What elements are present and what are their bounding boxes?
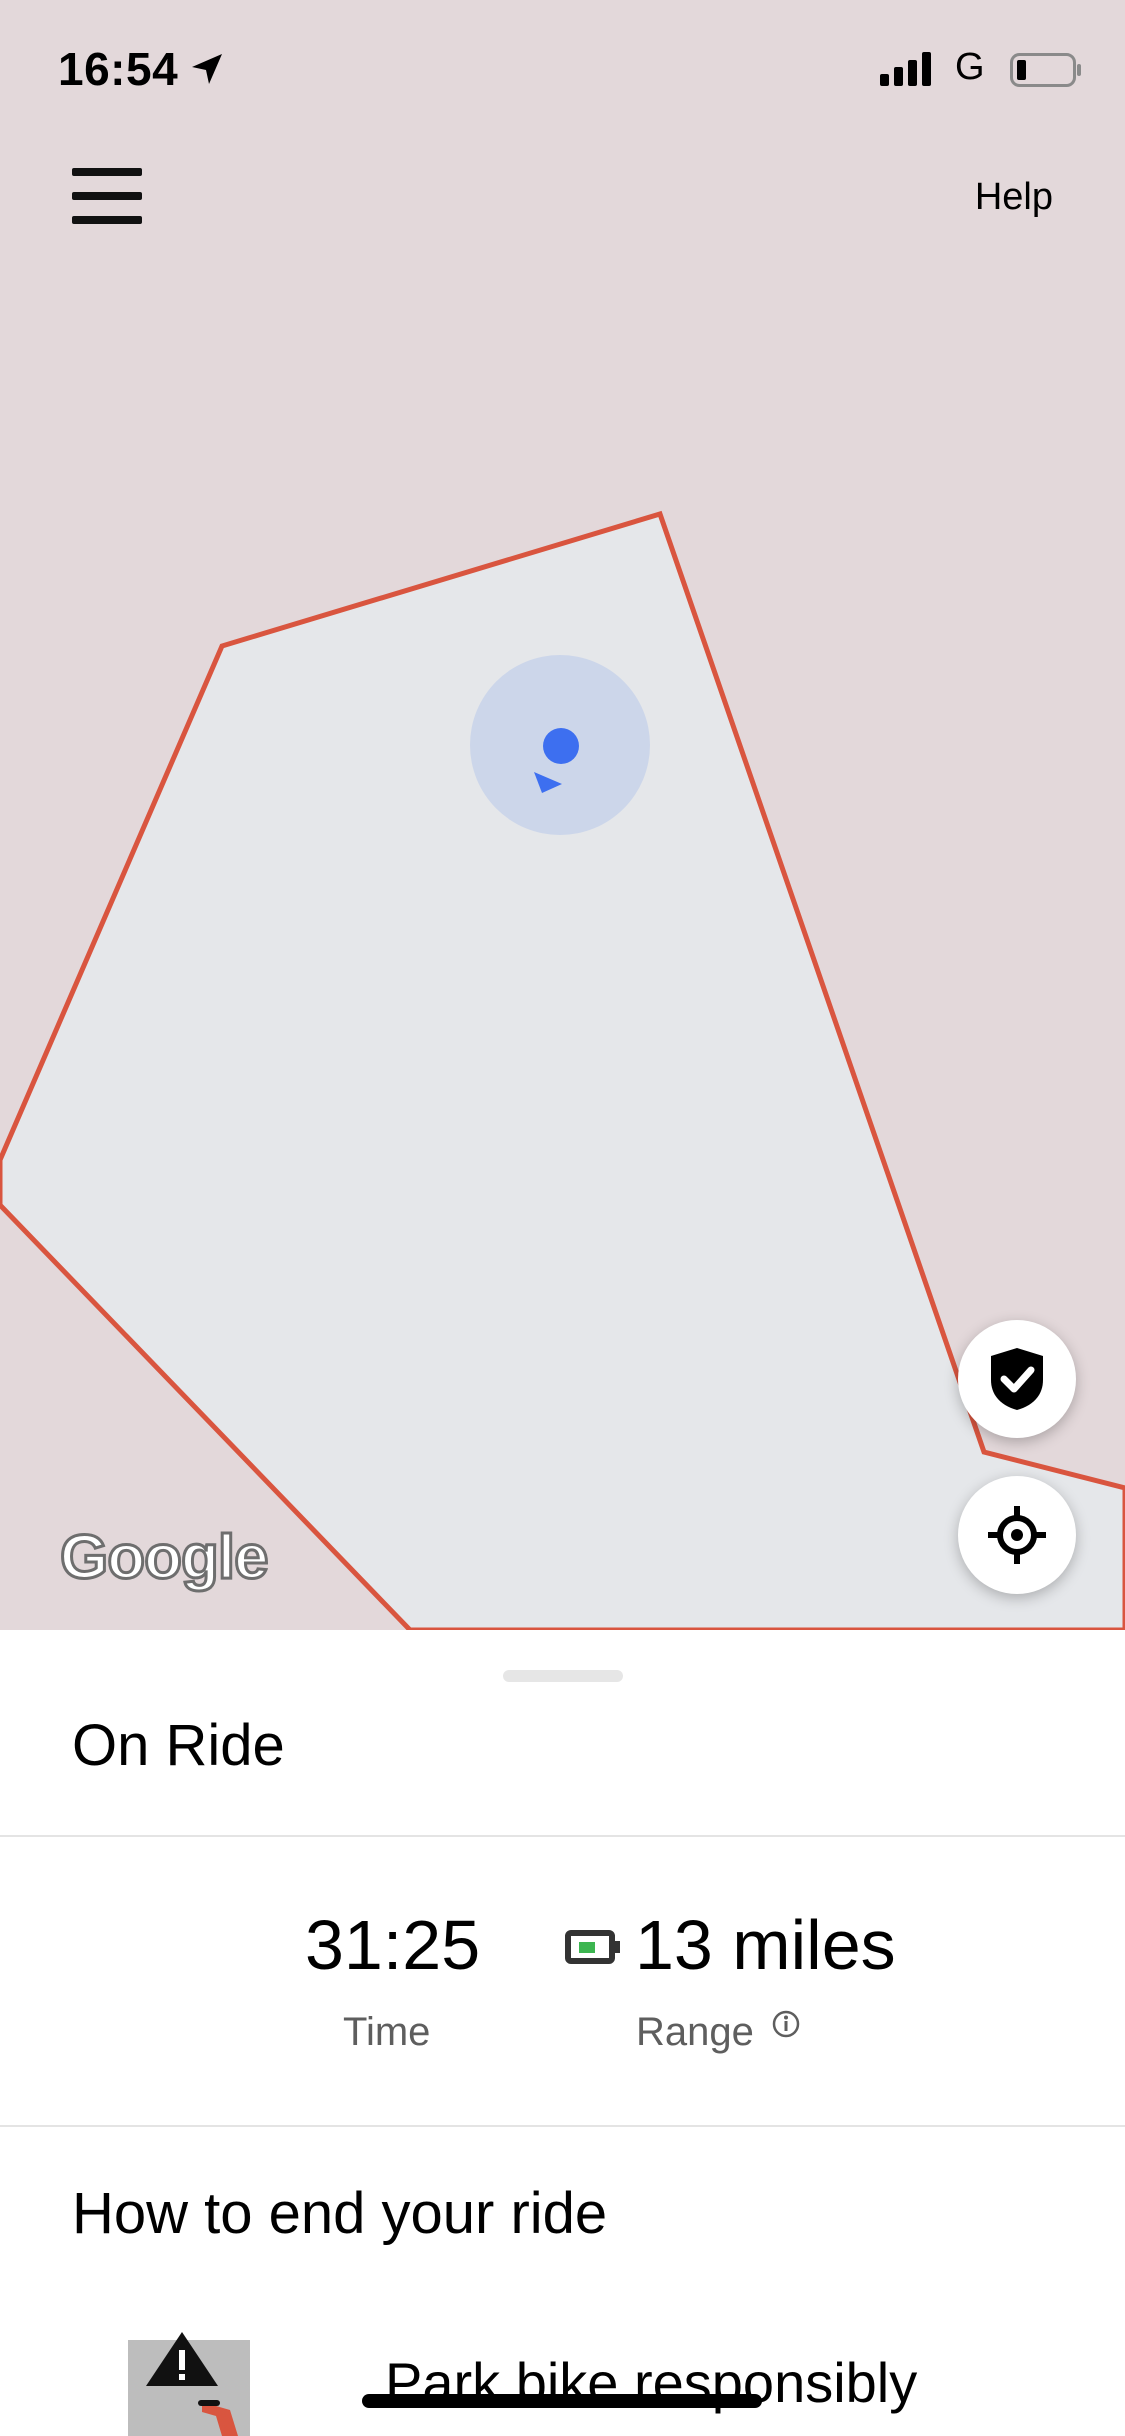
battery-icon (565, 1930, 620, 1964)
ride-time-value: 31:25 (305, 1906, 481, 1984)
help-button[interactable]: Help (975, 176, 1053, 219)
info-icon[interactable] (771, 2009, 801, 2039)
location-arrow-icon (192, 54, 222, 84)
range-label: Range (636, 2010, 754, 2054)
map-view[interactable]: Google (0, 0, 1125, 1630)
ride-status-title: On Ride (72, 1713, 285, 1778)
end-ride-section-title: How to end your ride (72, 2181, 608, 2246)
ride-bottom-sheet: On Ride 31:25 Time 13 miles Range How to… (0, 1630, 1125, 2436)
battery-low-icon (1010, 53, 1081, 87)
shield-check-icon (991, 1348, 1043, 1410)
status-time: 16:54 (58, 43, 179, 95)
menu-button[interactable] (72, 168, 142, 224)
hamburger-menu-icon (72, 168, 142, 176)
user-location-dot (543, 728, 579, 764)
ride-zone-polygon (0, 510, 1125, 1630)
range-value: 13 miles (635, 1906, 896, 1984)
google-logo: Google (59, 1522, 271, 1594)
signal-bars-icon (880, 52, 931, 86)
safety-toolkit-button[interactable] (958, 1320, 1076, 1438)
sheet-drag-handle[interactable] (503, 1670, 623, 1682)
crosshair-locate-icon (988, 1506, 1046, 1564)
divider (0, 1835, 1125, 1837)
warning-sign-icon (128, 2332, 250, 2436)
recenter-location-button[interactable] (958, 1476, 1076, 1594)
ride-time-label: Time (343, 2010, 431, 2054)
network-type: G (955, 46, 985, 88)
divider (0, 2125, 1125, 2127)
status-bar: 16:54 G (0, 0, 1125, 140)
home-indicator[interactable] (362, 2394, 762, 2408)
